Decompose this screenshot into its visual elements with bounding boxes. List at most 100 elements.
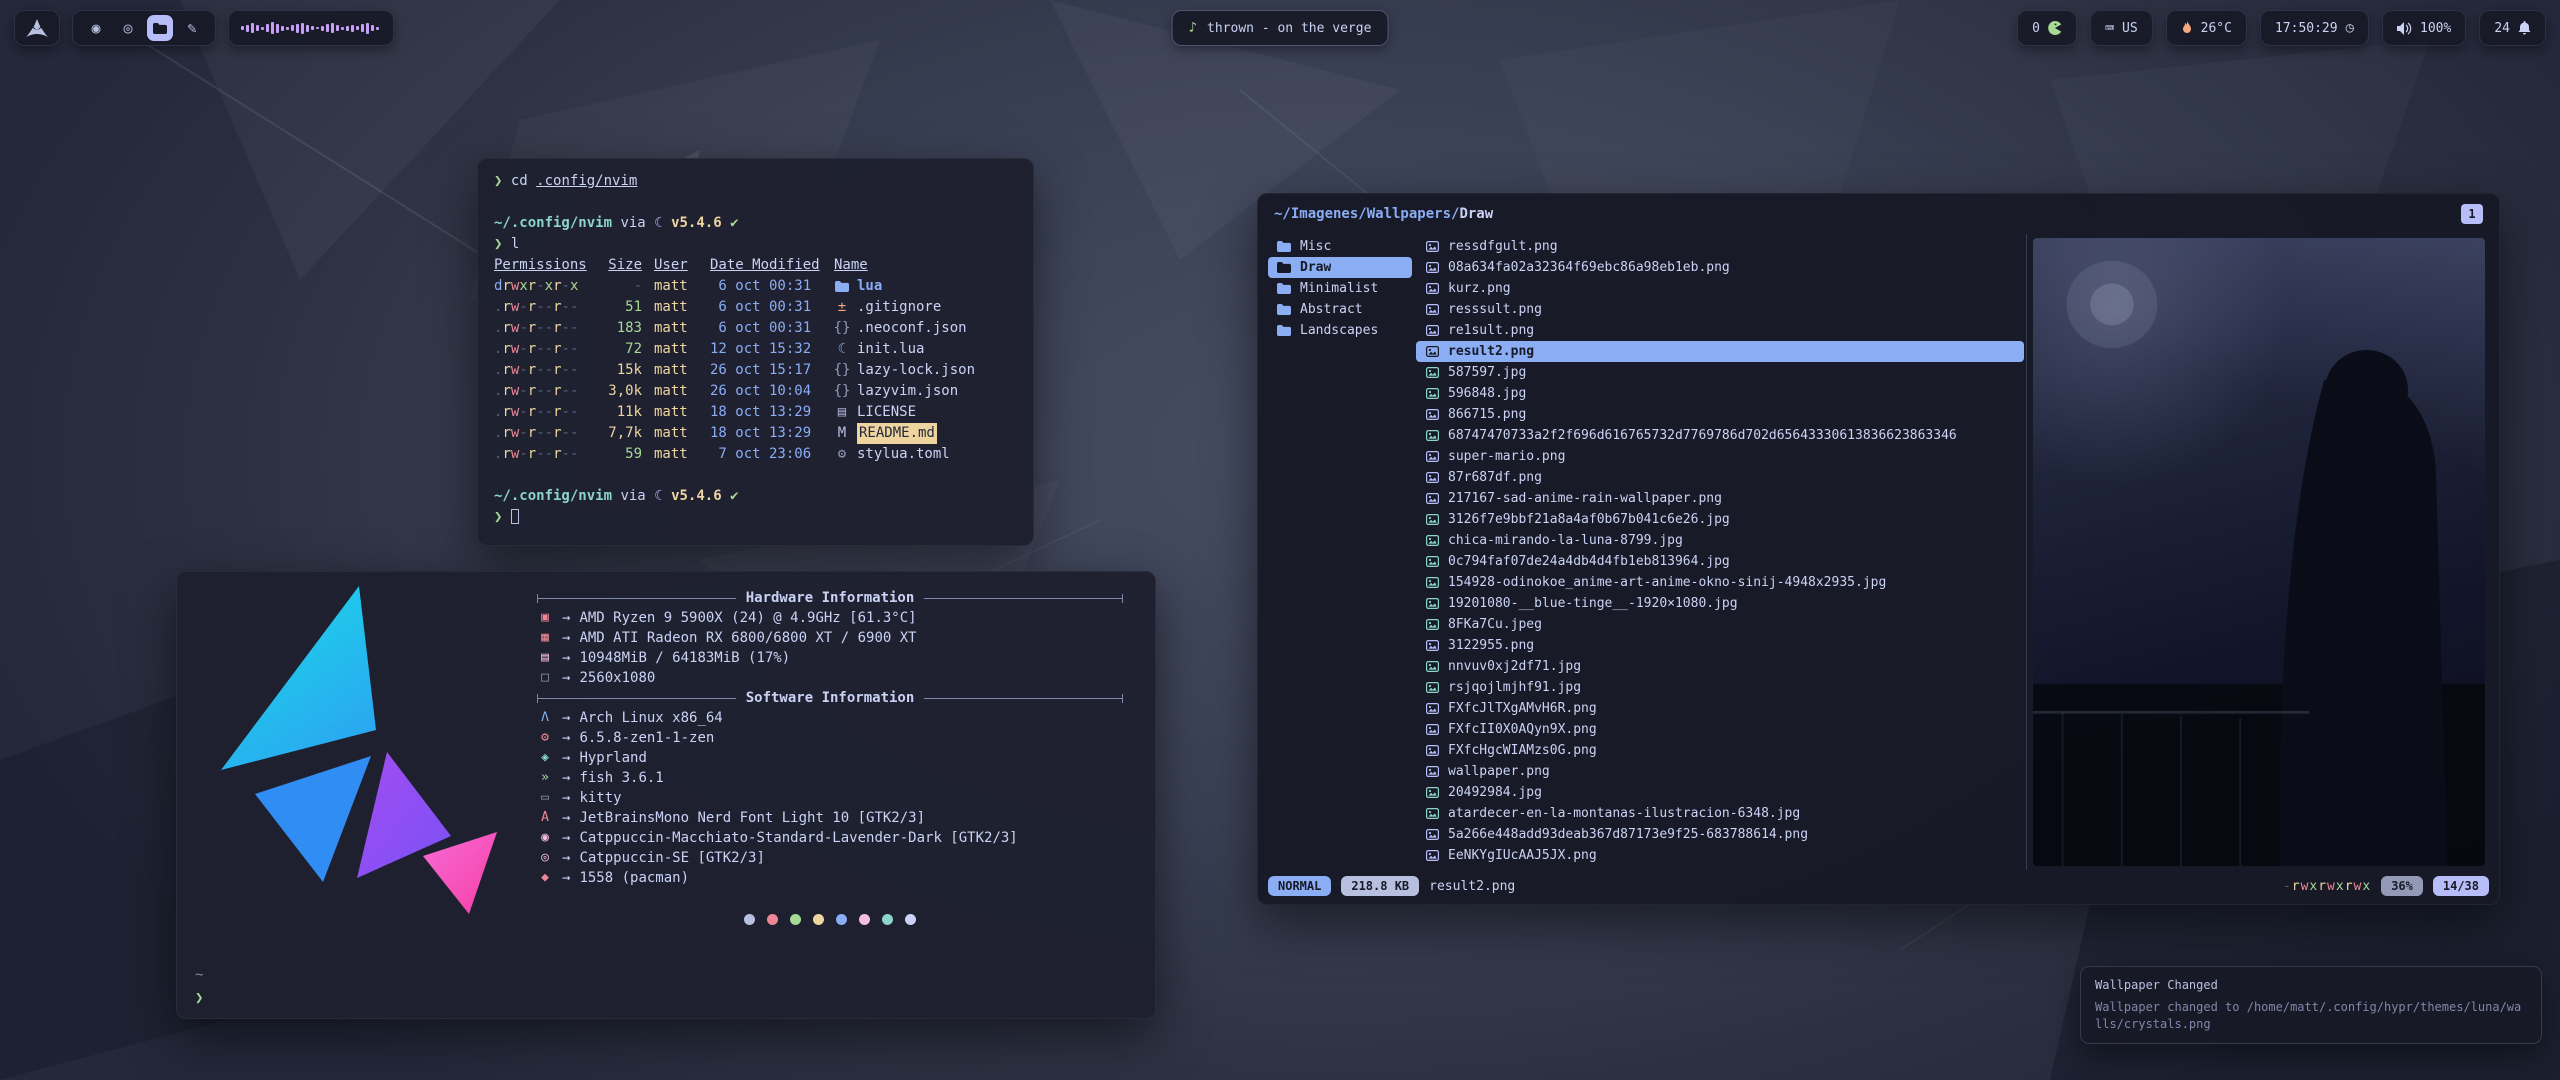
volume-pill[interactable]: 100% [2382, 10, 2466, 46]
arrow-icon: → [562, 828, 570, 848]
table-row: .rw-r--r--72matt12 oct 15:32☾init.lua [494, 339, 1017, 360]
file-item[interactable]: 0c794faf07de24a4db4d4fb1eb813964.jpg [1416, 551, 2024, 572]
memory-info-line: ▤→10948MiB / 64183MiB (17%) [537, 648, 1123, 668]
file-item[interactable]: 5a266e448add93deab367d87173e9f25-6837886… [1416, 824, 2024, 845]
workspace-1[interactable]: ◉ [83, 15, 109, 41]
file-item[interactable]: super-mario.png [1416, 446, 2024, 467]
keyboard-layout-pill[interactable]: ⌨ US [2090, 10, 2153, 46]
file-item[interactable]: FXfcII0X0AQyn9X.png [1416, 719, 2024, 740]
clock-pill[interactable]: 17:50:29 ◷ [2260, 10, 2369, 46]
arrow-icon: → [562, 728, 570, 748]
image-file-icon [1424, 577, 1440, 588]
terminal-window[interactable]: ❯ cd .config/nvim ~/.config/nvim via ☾ v… [477, 158, 1034, 546]
file-manager-window[interactable]: ~/Imagenes/Wallpapers/ Draw 1 MiscDrawMi… [1257, 193, 2500, 905]
permissions-cell: .rw-r--r-- [494, 402, 588, 423]
permissions-cell: .rw-r--r-- [494, 444, 588, 465]
cpu-info-line: ▣→AMD Ryzen 9 5900X (24) @ 4.9GHz [61.3°… [537, 608, 1123, 628]
permissions-cell: .rw-r--r-- [494, 360, 588, 381]
folder-item-draw[interactable]: Draw [1268, 257, 1412, 278]
notifications-pill[interactable]: 24 [2479, 10, 2546, 46]
markdown-icon: M [834, 423, 850, 444]
folder-item-minimalist[interactable]: Minimalist [1268, 278, 1412, 299]
volume-level: 100% [2420, 21, 2451, 36]
file-item[interactable]: atardecer-en-la-montanas-ilustracion-634… [1416, 803, 2024, 824]
file-item[interactable]: 587597.jpg [1416, 362, 2024, 383]
file-item[interactable]: EeNKYgIUcAAJ5JX.png [1416, 845, 2024, 866]
flame-icon [2181, 21, 2193, 36]
wm-info-line: ◈→Hyprland [537, 748, 1123, 768]
folder-item-abstract[interactable]: Abstract [1268, 299, 1412, 320]
file-item[interactable]: wallpaper.png [1416, 761, 2024, 782]
file-item[interactable]: 866715.png [1416, 404, 2024, 425]
arrow-icon: → [562, 668, 570, 688]
permissions-cell: .rw-r--r-- [494, 297, 588, 318]
file-item[interactable]: ressdfgult.png [1416, 236, 2024, 257]
bell-icon [2518, 21, 2531, 35]
topbar-right-group: 0 ⌨ US 26°C 17:50:29 ◷ 100% 24 [2017, 10, 2546, 46]
file-item[interactable]: 19201080-__blue-tinge__-1920×1080.jpg [1416, 593, 2024, 614]
software-title: Software Information [746, 688, 915, 708]
file-item[interactable]: kurz.png [1416, 278, 2024, 299]
date-cell: 6 oct 00:31 [710, 318, 822, 339]
permissions-cell: .rw-r--r-- [494, 339, 588, 360]
table-header-row: PermissionsSizeUserDate ModifiedName [494, 255, 1017, 276]
image-file-icon [1424, 640, 1440, 651]
prompt-icon: ❯ [195, 988, 203, 1008]
date-cell: 6 oct 00:31 [710, 297, 822, 318]
shell-command-line: ❯ l [494, 234, 1017, 255]
updates-pill[interactable]: 0 [2017, 10, 2077, 46]
visualizer-bar [296, 24, 299, 33]
display-icon: □ [537, 668, 553, 688]
file-item-selected[interactable]: result2.png [1416, 341, 2024, 362]
launcher-button[interactable] [14, 10, 60, 46]
file-item[interactable]: resssult.png [1416, 299, 2024, 320]
status-filename: result2.png [1429, 876, 1515, 897]
image-file-icon [1424, 430, 1440, 441]
file-item[interactable]: 217167-sad-anime-rain-wallpaper.png [1416, 488, 2024, 509]
file-item[interactable]: rsjqojlmjhf91.jpg [1416, 677, 2024, 698]
file-item[interactable]: FXfcHgcWIAMzs0G.png [1416, 740, 2024, 761]
system-info-window[interactable]: Hardware Information ▣→AMD Ryzen 9 5900X… [176, 571, 1156, 1019]
gpu-info-line: ▦→AMD ATI Radeon RX 6800/6800 XT / 6900 … [537, 628, 1123, 648]
lua-icon: ☾ [834, 339, 850, 360]
file-item[interactable]: 3126f7e9bbf21a8a4af0b67b041c6e26.jpg [1416, 509, 2024, 530]
icons-info-line: ◎→Catppuccin-SE [GTK2/3] [537, 848, 1123, 868]
temperature-pill[interactable]: 26°C [2166, 10, 2247, 46]
workspace-3-active[interactable] [147, 15, 173, 41]
folder-item-landscapes[interactable]: Landscapes [1268, 320, 1412, 341]
file-item[interactable]: 20492984.jpg [1416, 782, 2024, 803]
file-item[interactable]: 3122955.png [1416, 635, 2024, 656]
permissions-cell: .rw-r--r-- [494, 318, 588, 339]
workspace-switcher[interactable]: ◉◎ ✎ [72, 10, 216, 46]
palette-dot-1 [744, 914, 755, 925]
file-item[interactable]: nnvuv0xj2df71.jpg [1416, 656, 2024, 677]
tab-indicator[interactable]: 1 [2461, 204, 2483, 224]
notification-toast[interactable]: Wallpaper Changed Wallpaper changed to /… [2080, 966, 2542, 1044]
folder-item-misc[interactable]: Misc [1268, 236, 1412, 257]
palette-dot-7 [882, 914, 893, 925]
breadcrumb-current: Draw [1459, 204, 1493, 225]
visualizer-bar [291, 25, 294, 31]
workspace-2[interactable]: ◎ [115, 15, 141, 41]
date-cell: 12 oct 15:32 [710, 339, 822, 360]
file-item[interactable]: re1sult.png [1416, 320, 2024, 341]
date-cell: 6 oct 00:31 [710, 276, 822, 297]
gpu-icon: ▦ [537, 628, 553, 648]
shell-input-line[interactable]: ❯ [494, 507, 1017, 528]
file-item[interactable]: 596848.jpg [1416, 383, 2024, 404]
file-item[interactable]: FXfcJlTXgAMvH6R.png [1416, 698, 2024, 719]
command-text: l [511, 236, 519, 252]
palette-dot-8 [905, 914, 916, 925]
theme-icon: ◉ [537, 828, 553, 848]
file-item[interactable]: 87r687df.png [1416, 467, 2024, 488]
arch-icon [26, 19, 48, 37]
position-badge: 14/38 [2433, 876, 2489, 896]
file-item[interactable]: 08a634fa02a32364f69ebc86a98eb1eb.png [1416, 257, 2024, 278]
file-item[interactable]: 154928-odinokoe_anime-art-anime-okno-sin… [1416, 572, 2024, 593]
date-cell: 7 oct 23:06 [710, 444, 822, 465]
file-item[interactable]: 68747470733a2f2f696d616765732d7769786d70… [1416, 425, 2024, 446]
file-item[interactable]: 8FKa7Cu.jpeg [1416, 614, 2024, 635]
workspace-4[interactable]: ✎ [179, 15, 205, 41]
media-pill[interactable]: ♪ thrown - on the verge [1172, 10, 1389, 46]
file-item[interactable]: chica-mirando-la-luna-8799.jpg [1416, 530, 2024, 551]
